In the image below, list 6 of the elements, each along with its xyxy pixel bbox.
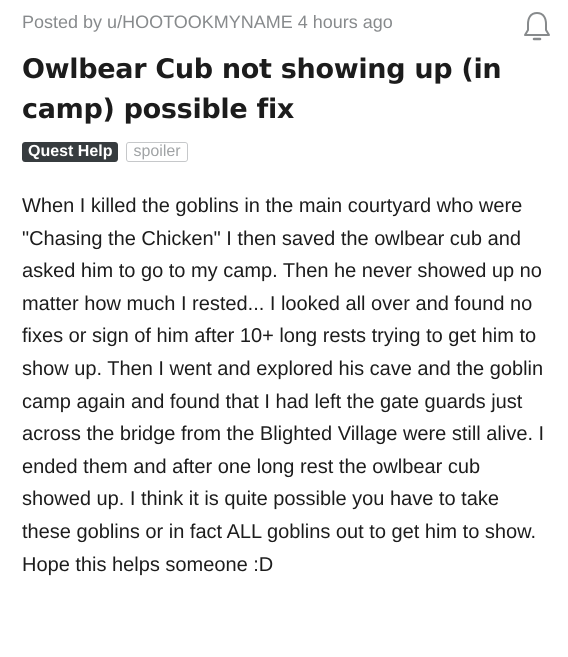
post-flair[interactable]: Quest Help bbox=[22, 142, 118, 162]
post-meta: Posted by u/HOOTOOKMYNAME 4 hours ago bbox=[22, 12, 393, 33]
post-title[interactable]: Owlbear Cub not showing up (in camp) possible fix bbox=[22, 50, 552, 130]
spoiler-tag: spoiler bbox=[126, 142, 188, 162]
post-body: When I killed the goblins in the main courtyard who were "Chasing the Chicken" I then saved the owlbear cub and asked him to go to my camp. Then he never showed up no matter how much I rested... I looked all over and found no fixes or sign of him after 10+ long rests trying to get him to show up. Then I went and explored his cave and the goblin camp again and found that I had left the gate guards just across the bridge from the Blighted Village were still alive. I ended them and after one long rest the owlbear cub showed up. I think it is quite possible you have to take these goblins or in fact ALL goblins out to get him to show. Hope this helps someone :D bbox=[22, 194, 546, 578]
notification-bell-icon[interactable] bbox=[522, 10, 552, 42]
